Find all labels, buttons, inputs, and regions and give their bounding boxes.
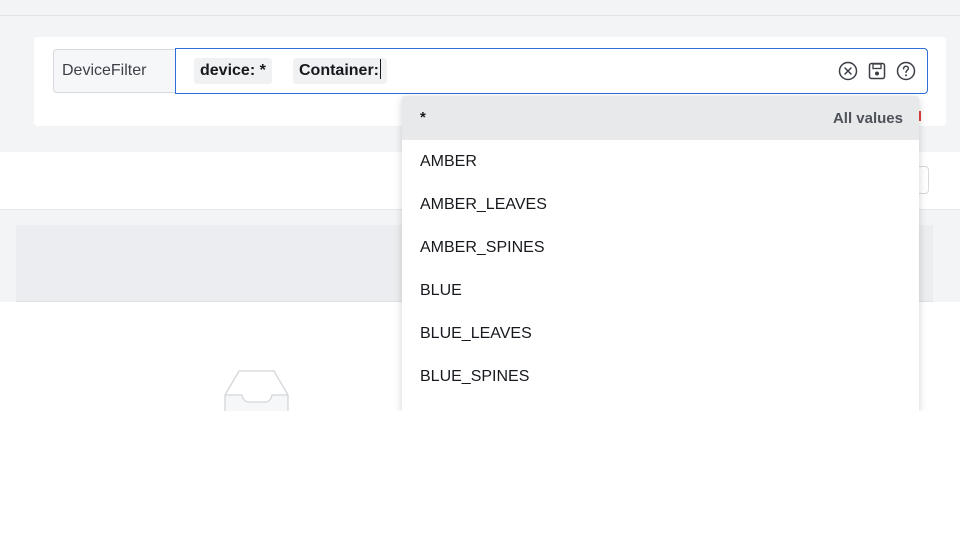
dropdown-option[interactable]: AMBER_SPINES [402,226,919,269]
dropdown-option[interactable]: AMBER [402,140,919,183]
dropdown-option-all[interactable]: * All values [402,96,919,140]
dropdown-option[interactable]: BLUE_LEAVES [402,312,919,355]
empty-inbox-icon [222,367,292,411]
dropdown-option[interactable]: AMBER_LEAVES [402,183,919,226]
header-divider [0,15,960,16]
help-icon[interactable] [896,61,916,81]
app-background: DeviceFilter device: * Container: * All … [0,0,960,411]
dropdown-option[interactable]: BLUE [402,269,919,312]
clear-circle-icon[interactable] [838,61,858,81]
filter-label: DeviceFilter [53,49,175,93]
filter-chip-container[interactable]: Container: [293,58,387,84]
error-indicator [919,111,921,121]
dropdown-option-all-hint: All values [832,110,903,127]
dropdown-option-all-value: * [420,109,426,126]
autocomplete-dropdown: * All values AMBER AMBER_LEAVES AMBER_SP… [402,96,919,411]
filter-chip-device[interactable]: device: * [194,58,272,84]
filter-chip-container-text: Container: [299,62,379,79]
save-icon[interactable] [867,61,887,81]
text-caret [380,59,381,79]
dropdown-option[interactable]: BLUE_SPINES [402,355,919,398]
filter-input[interactable]: device: * Container: [175,48,928,94]
